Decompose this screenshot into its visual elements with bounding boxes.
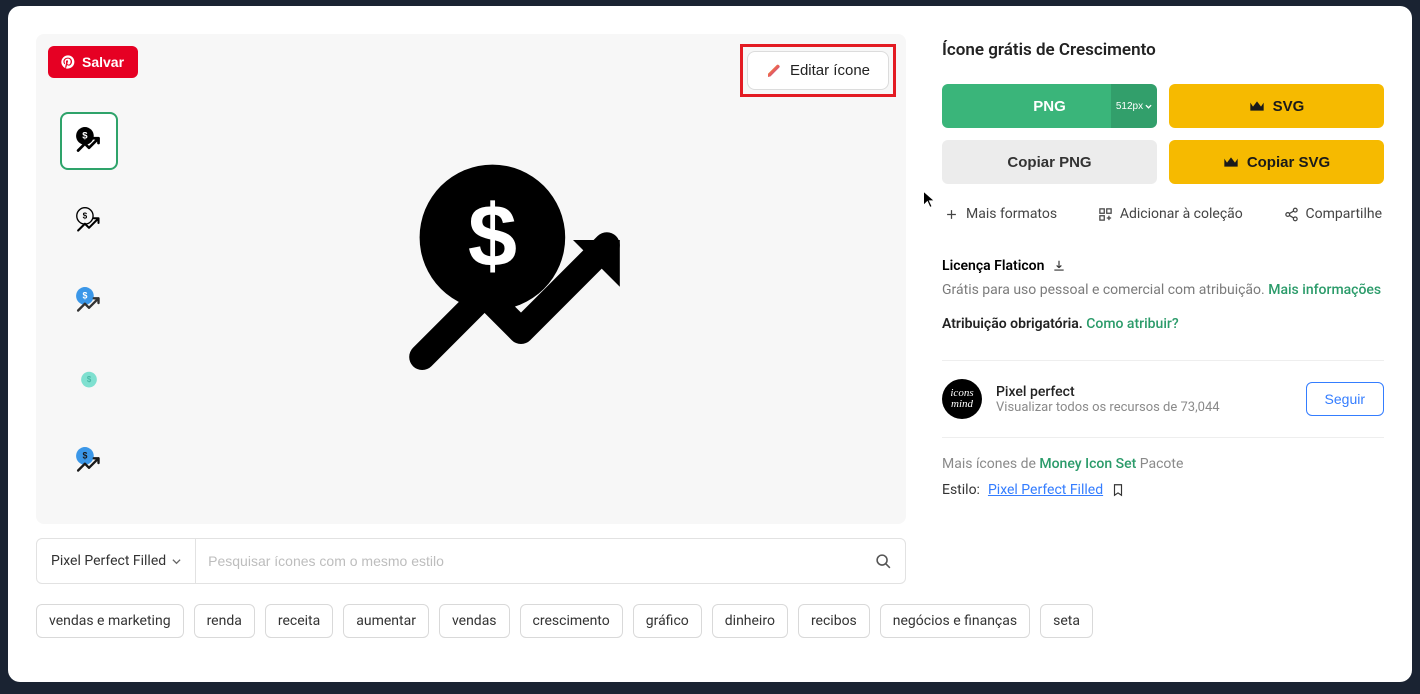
chevron-down-icon <box>172 557 181 566</box>
icon-detail-modal: Salvar Editar ícone $ $ $ $ $ <box>8 6 1412 682</box>
main-preview: $ <box>136 34 906 524</box>
png-size-selector[interactable]: 512px <box>1111 84 1157 128</box>
style-filter-select[interactable]: Pixel Perfect Filled <box>37 539 196 583</box>
svg-text:$: $ <box>83 212 88 221</box>
pencil-icon <box>766 63 782 79</box>
share-label: Compartilhe <box>1306 206 1382 222</box>
style-link[interactable]: Pixel Perfect Filled <box>988 482 1103 498</box>
more-formats-button[interactable]: Mais formatos <box>944 206 1057 222</box>
license-more-link[interactable]: Mais informações <box>1268 282 1381 298</box>
tag[interactable]: recibos <box>798 604 870 638</box>
variant-thumb[interactable]: $ <box>60 432 118 490</box>
tag[interactable]: receita <box>265 604 333 638</box>
tag-list: vendas e marketing renda receita aumentar ve… <box>8 584 1412 658</box>
variant-thumb[interactable]: $ <box>60 192 118 250</box>
style-filter-label: Pixel Perfect Filled <box>51 553 166 569</box>
pack-link[interactable]: Money Icon Set <box>1039 456 1136 472</box>
plus-icon <box>944 207 959 222</box>
copy-svg-label: Copiar SVG <box>1247 154 1330 171</box>
tag[interactable]: vendas e marketing <box>36 604 184 638</box>
download-svg-button[interactable]: SVG <box>1169 84 1384 128</box>
svg-label: SVG <box>1273 98 1305 115</box>
tag[interactable]: seta <box>1040 604 1093 638</box>
tag[interactable]: aumentar <box>343 604 429 638</box>
save-pinterest-button[interactable]: Salvar <box>48 46 138 78</box>
icon-preview-area: Salvar Editar ícone $ $ $ $ $ <box>36 34 906 524</box>
pinterest-icon <box>60 54 76 70</box>
edit-icon-label: Editar ícone <box>790 62 870 79</box>
crown-icon <box>1223 155 1239 169</box>
tag[interactable]: dinheiro <box>712 604 788 638</box>
author-avatar[interactable]: icons mind <box>942 379 982 419</box>
tag[interactable]: crescimento <box>520 604 623 638</box>
search-button[interactable] <box>861 553 905 570</box>
download-icon <box>1052 259 1066 273</box>
style-prefix: Estilo: <box>942 482 980 498</box>
details-panel: Ícone grátis de Crescimento PNG 512px SV… <box>942 34 1384 584</box>
icon-title: Ícone grátis de Crescimento <box>942 40 1384 60</box>
variant-thumb[interactable]: $ <box>60 352 118 410</box>
share-button[interactable]: Compartilhe <box>1284 206 1382 222</box>
tag[interactable]: renda <box>194 604 255 638</box>
dropdown-icon <box>1145 104 1152 109</box>
edit-icon-button[interactable]: Editar ícone <box>747 51 889 90</box>
add-collection-button[interactable]: Adicionar à coleção <box>1098 206 1243 222</box>
collection-icon <box>1098 207 1113 222</box>
copy-png-label: Copiar PNG <box>1007 154 1091 171</box>
search-icon <box>875 553 892 570</box>
download-png-button[interactable]: PNG 512px <box>942 84 1157 128</box>
mouse-cursor-icon <box>922 190 936 210</box>
copy-svg-button[interactable]: Copiar SVG <box>1169 140 1384 184</box>
license-sub: Grátis para uso pessoal e comercial com … <box>942 282 1265 298</box>
svg-text:$: $ <box>82 131 88 142</box>
crown-icon <box>1249 99 1265 113</box>
variant-list: $ $ $ $ $ <box>36 34 136 524</box>
tag[interactable]: vendas <box>439 604 510 638</box>
edit-highlight-box: Editar ícone <box>740 44 896 97</box>
svg-text:$: $ <box>82 451 87 461</box>
tag[interactable]: gráfico <box>633 604 702 638</box>
svg-text:$: $ <box>87 375 92 384</box>
variant-thumb[interactable]: $ <box>60 112 118 170</box>
attribution-label: Atribuição obrigatória. <box>942 316 1083 332</box>
svg-text:$: $ <box>82 291 87 301</box>
attribution-link[interactable]: Como atribuir? <box>1086 316 1178 332</box>
svg-text:$: $ <box>468 186 517 285</box>
add-collection-label: Adicionar à coleção <box>1120 206 1243 222</box>
style-search-input[interactable] <box>196 539 861 583</box>
follow-button[interactable]: Seguir <box>1306 382 1384 416</box>
style-search-bar: Pixel Perfect Filled <box>36 538 906 584</box>
bookmark-icon[interactable] <box>1111 482 1125 498</box>
copy-png-button[interactable]: Copiar PNG <box>942 140 1157 184</box>
more-formats-label: Mais formatos <box>966 206 1057 222</box>
save-button-label: Salvar <box>82 54 124 70</box>
growth-icon: $ <box>391 149 651 409</box>
author-resources[interactable]: Visualizar todos os recursos de 73,044 <box>996 400 1292 415</box>
png-label: PNG <box>1033 98 1066 115</box>
png-size-value: 512px <box>1116 101 1143 112</box>
variant-thumb[interactable]: $ <box>60 272 118 330</box>
author-name[interactable]: Pixel perfect <box>996 384 1292 400</box>
license-label: Licença Flaticon <box>942 258 1044 274</box>
tag[interactable]: negócios e finanças <box>880 604 1030 638</box>
share-icon <box>1284 207 1299 222</box>
pack-info: Mais ícones de Money Icon Set Pacote <box>942 456 1384 472</box>
